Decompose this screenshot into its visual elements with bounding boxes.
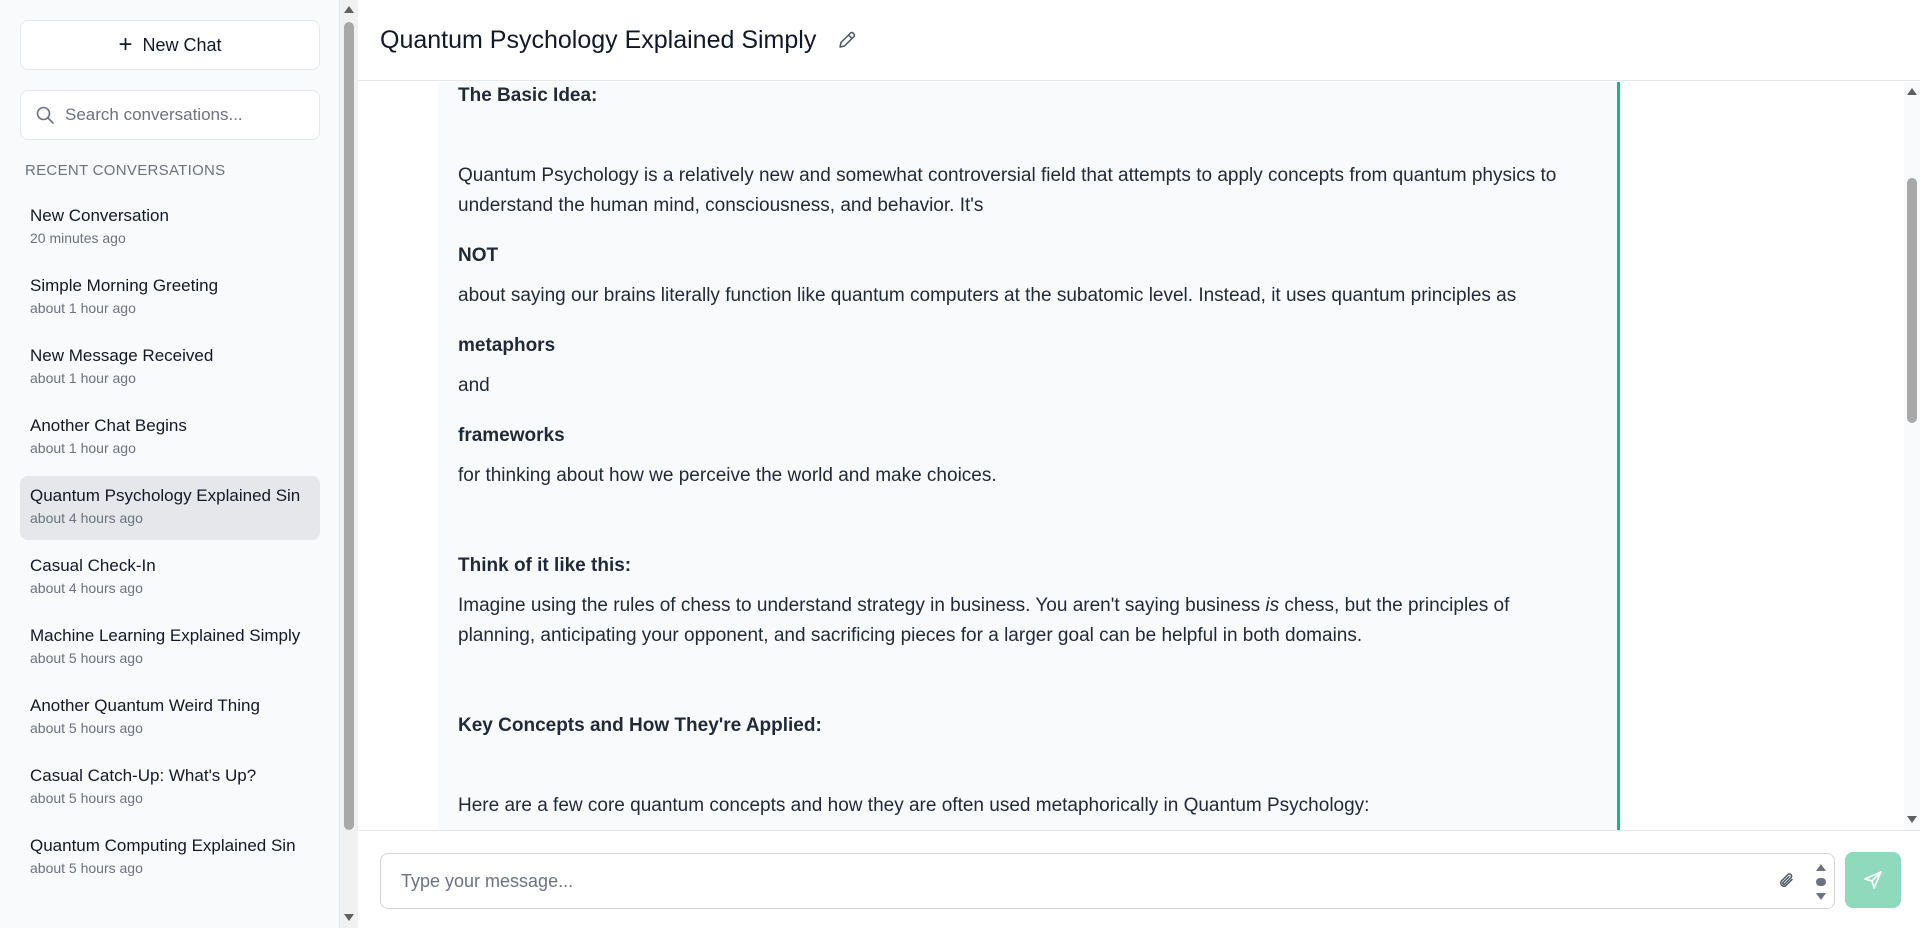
- conversation-time: 20 minutes ago: [30, 230, 126, 246]
- scroll-down-arrow-icon[interactable]: [344, 914, 354, 921]
- conversation-time: about 1 hour ago: [30, 300, 136, 316]
- sidebar-scroll-thumb[interactable]: [344, 22, 354, 830]
- assistant-message: The Basic Idea: Quantum Psychology is a …: [438, 82, 1620, 830]
- conversation-title: Casual Check-In: [30, 556, 156, 575]
- conversation-item[interactable]: New Message Received about 1 hour ago: [20, 336, 320, 400]
- scroll-up-arrow-icon[interactable]: [1907, 88, 1917, 95]
- message-paragraph: for thinking about how we perceive the w…: [458, 465, 997, 486]
- search-input[interactable]: [65, 105, 305, 125]
- message-paragraph: and: [458, 375, 490, 396]
- composer: [358, 830, 1920, 928]
- conversation-item[interactable]: Machine Learning Explained Simply about …: [20, 616, 320, 680]
- emphasis-metaphors: metaphors: [458, 335, 556, 356]
- conversation-item[interactable]: Quantum Computing Explained Sin about 5 …: [20, 826, 320, 890]
- conversation-title: Casual Catch-Up: What's Up?: [30, 766, 257, 785]
- send-button[interactable]: [1845, 852, 1901, 908]
- conversation-title: Quantum Psychology Explained Sin: [30, 486, 301, 505]
- message-paragraph: planning, anticipating your opponent, an…: [458, 625, 1363, 646]
- conversation-time: about 1 hour ago: [30, 440, 136, 456]
- paperclip-icon[interactable]: [1776, 870, 1798, 897]
- conversation-title: Quantum Computing Explained Sin: [30, 836, 296, 855]
- search-box[interactable]: [20, 90, 320, 140]
- message-text: chess, but the principles of: [1279, 595, 1510, 616]
- message-paragraph: Imagine using the rules of chess to unde…: [458, 591, 1620, 621]
- scroll-down-arrow-icon[interactable]: [1907, 816, 1917, 823]
- sidebar: + New Chat RECENT CONVERSATIONS New Conv…: [0, 0, 340, 928]
- italic-text: is: [1265, 595, 1280, 616]
- conversation-time: about 5 hours ago: [30, 650, 143, 666]
- conversation-time: about 5 hours ago: [30, 790, 143, 806]
- message-scroll-thumb[interactable]: [1907, 178, 1917, 423]
- sidebar-scrollbar[interactable]: [340, 0, 358, 928]
- conversation-item[interactable]: New Conversation 20 minutes ago: [20, 196, 320, 260]
- message-paragraph: about saying our brains literally functi…: [458, 285, 1517, 306]
- send-icon: [1862, 869, 1884, 891]
- chat-main: Quantum Psychology Explained Simply The …: [358, 0, 1920, 928]
- recent-conversations-heading: RECENT CONVERSATIONS: [25, 162, 226, 179]
- conversation-item[interactable]: Another Quantum Weird Thing about 5 hour…: [20, 686, 320, 750]
- message-input-box[interactable]: [380, 853, 1835, 909]
- conversation-item[interactable]: Another Chat Begins about 1 hour ago: [20, 406, 320, 470]
- conversation-item[interactable]: Casual Check-In about 4 hours ago: [20, 546, 320, 610]
- scroll-up-arrow-icon[interactable]: [344, 6, 354, 13]
- conversation-item[interactable]: Simple Morning Greeting about 1 hour ago: [20, 266, 320, 330]
- message-text-line: Quantum Psychology is a relatively new a…: [458, 165, 1557, 186]
- conversation-title: Machine Learning Explained Simply: [30, 626, 301, 645]
- conversation-time: about 5 hours ago: [30, 860, 143, 876]
- conversation-title: Another Quantum Weird Thing: [30, 696, 260, 715]
- conversation-time: about 5 hours ago: [30, 720, 143, 736]
- new-chat-button[interactable]: + New Chat: [20, 20, 320, 70]
- search-icon: [35, 105, 55, 125]
- message-input[interactable]: [401, 870, 1701, 892]
- conversation-title: New Message Received: [30, 346, 214, 365]
- new-chat-label: New Chat: [142, 34, 222, 55]
- textarea-resize-spinner[interactable]: [1814, 860, 1828, 904]
- conversation-item[interactable]: Casual Catch-Up: What's Up? about 5 hour…: [20, 756, 320, 820]
- conversation-time: about 4 hours ago: [30, 510, 143, 526]
- conversation-title: Another Chat Begins: [30, 416, 187, 435]
- message-paragraph: Quantum Psychology is a relatively new a…: [458, 161, 1620, 191]
- emphasis-not: NOT: [458, 245, 499, 266]
- conversation-list: New Conversation 20 minutes ago Simple M…: [20, 196, 320, 896]
- conversation-title: New Conversation: [30, 206, 169, 225]
- message-scrollbar[interactable]: [1904, 82, 1920, 830]
- chat-header: Quantum Psychology Explained Simply: [358, 0, 1920, 81]
- message-paragraph: understand the human mind, consciousness…: [458, 191, 1620, 221]
- conversation-item-active[interactable]: Quantum Psychology Explained Sin about 4…: [20, 476, 320, 540]
- page-title: Quantum Psychology Explained Simply: [380, 25, 817, 54]
- app: + New Chat RECENT CONVERSATIONS New Conv…: [0, 0, 1920, 928]
- message-area: The Basic Idea: Quantum Psychology is a …: [358, 82, 1920, 830]
- message-paragraph: Here are a few core quantum concepts and…: [458, 795, 1370, 816]
- emphasis-frameworks: frameworks: [458, 425, 565, 446]
- message-text-line: understand the human mind, consciousness…: [458, 195, 984, 216]
- message-text: Imagine using the rules of chess to unde…: [458, 595, 1266, 616]
- pencil-edit-icon[interactable]: [836, 29, 858, 51]
- conversation-title: Simple Morning Greeting: [30, 276, 219, 295]
- think-heading: Think of it like this:: [458, 555, 632, 576]
- conversation-time: about 1 hour ago: [30, 370, 136, 386]
- plus-icon: +: [118, 31, 133, 58]
- key-concepts-heading: Key Concepts and How They're Applied:: [458, 715, 822, 736]
- conversation-time: about 4 hours ago: [30, 580, 143, 596]
- basic-idea-heading: The Basic Idea:: [458, 85, 598, 106]
